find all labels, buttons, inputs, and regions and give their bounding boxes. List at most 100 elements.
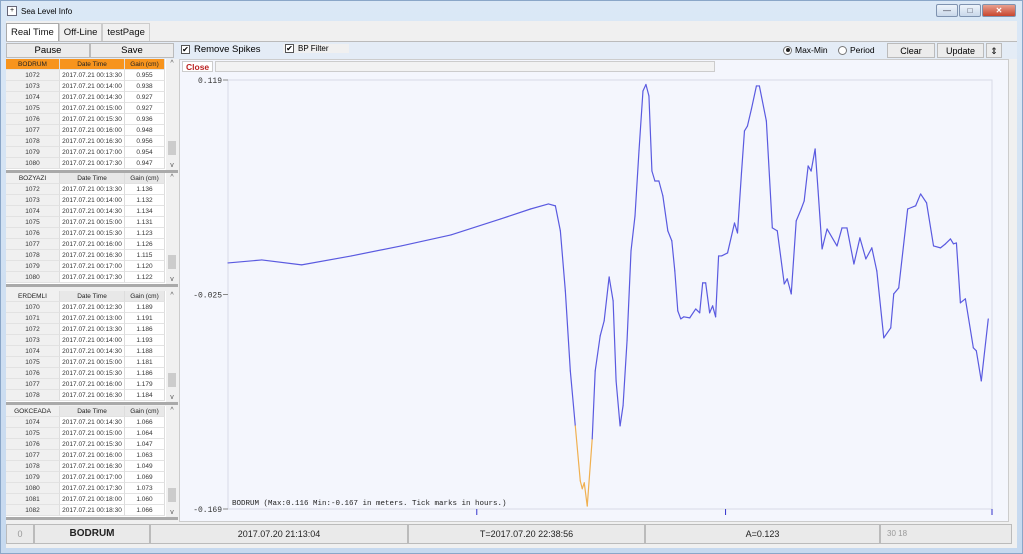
table-header: ERDEMLI Date Time Gain (cm) bbox=[6, 291, 178, 302]
table-cell: 2017.07.21 00:16:30 bbox=[60, 390, 125, 401]
update-button[interactable]: Update bbox=[937, 43, 984, 58]
table-row[interactable]: 1077 2017.07.21 00:16:00 1.063 bbox=[6, 450, 178, 461]
table-row[interactable]: 1073 2017.07.21 00:14:00 1.193 bbox=[6, 335, 178, 346]
column-header[interactable]: BODRUM bbox=[6, 59, 60, 70]
column-header[interactable]: BOZYAZI bbox=[6, 173, 60, 184]
bp-filter-checkbox[interactable]: ✔ BP Filter bbox=[283, 44, 349, 53]
scroll-up-icon[interactable]: ^ bbox=[166, 292, 178, 299]
scrollbar[interactable]: ^ v bbox=[166, 59, 178, 170]
table-row[interactable]: 1073 2017.07.21 00:14:00 0.938 bbox=[6, 81, 178, 92]
table-row[interactable]: 1073 2017.07.21 00:14:00 1.132 bbox=[6, 195, 178, 206]
table-row[interactable]: 1077 2017.07.21 00:16:00 0.948 bbox=[6, 125, 178, 136]
table-row[interactable]: 1079 2017.07.21 00:17:00 1.069 bbox=[6, 472, 178, 483]
scroll-down-icon[interactable]: v bbox=[166, 509, 178, 516]
scroll-down-icon[interactable]: v bbox=[166, 394, 178, 401]
scroll-thumb[interactable] bbox=[168, 141, 176, 155]
column-header[interactable]: Gain (cm) bbox=[125, 406, 165, 417]
table-row[interactable]: 1072 2017.07.21 00:13:30 0.955 bbox=[6, 70, 178, 81]
table-row[interactable]: 1075 2017.07.21 00:15:00 1.064 bbox=[6, 428, 178, 439]
table-row[interactable]: 1080 2017.07.21 00:17:30 1.073 bbox=[6, 483, 178, 494]
pause-button[interactable]: Pause bbox=[6, 43, 90, 58]
scroll-thumb[interactable] bbox=[168, 373, 176, 387]
scroll-down-icon[interactable]: v bbox=[166, 162, 178, 169]
scroll-down-icon[interactable]: v bbox=[166, 276, 178, 283]
table-row[interactable]: 1074 2017.07.21 00:14:30 1.188 bbox=[6, 346, 178, 357]
save-button[interactable]: Save bbox=[90, 43, 174, 58]
maximize-button[interactable]: □ bbox=[959, 4, 981, 17]
table-cell: 1080 bbox=[6, 158, 60, 169]
max-min-radio[interactable]: Max-Min bbox=[783, 45, 828, 55]
column-header[interactable]: Date Time bbox=[60, 291, 125, 302]
table-row[interactable]: 1077 2017.07.21 00:16:00 1.126 bbox=[6, 239, 178, 250]
period-radio[interactable]: Period bbox=[838, 45, 875, 55]
table-cell: 1079 bbox=[6, 472, 60, 483]
table-cell: 2017.07.21 00:14:00 bbox=[60, 81, 125, 92]
series-segment bbox=[814, 148, 819, 192]
table-row[interactable]: 1078 2017.07.21 00:16:30 0.956 bbox=[6, 136, 178, 147]
table-cell: 1076 bbox=[6, 439, 60, 450]
spinner-arrows-icon[interactable]: ⇕ bbox=[986, 43, 1002, 58]
table-row[interactable]: 1080 2017.07.21 00:17:30 0.947 bbox=[6, 158, 178, 169]
table-row[interactable]: 1081 2017.07.21 00:18:00 1.060 bbox=[6, 494, 178, 505]
table-row[interactable]: 1079 2017.07.21 00:17:00 1.120 bbox=[6, 261, 178, 272]
table-row[interactable]: 1072 2017.07.21 00:13:30 1.186 bbox=[6, 324, 178, 335]
table-row[interactable]: 1078 2017.07.21 00:16:30 1.184 bbox=[6, 390, 178, 401]
table-cell: 0.947 bbox=[125, 158, 165, 169]
table-row[interactable]: 1075 2017.07.21 00:15:00 0.927 bbox=[6, 103, 178, 114]
table-row[interactable]: 1082 2017.07.21 00:18:30 1.066 bbox=[6, 505, 178, 516]
column-header[interactable]: Gain (cm) bbox=[125, 291, 165, 302]
table-cell: 1076 bbox=[6, 368, 60, 379]
table-header: GOKCEADA Date Time Gain (cm) bbox=[6, 406, 178, 417]
table-cell: 2017.07.21 00:16:00 bbox=[60, 379, 125, 390]
column-header[interactable]: Date Time bbox=[60, 406, 125, 417]
table-row[interactable]: 1076 2017.07.21 00:15:30 1.186 bbox=[6, 368, 178, 379]
minimize-button[interactable]: — bbox=[936, 4, 958, 17]
table-row[interactable]: 1079 2017.07.21 00:17:00 0.954 bbox=[6, 147, 178, 158]
remove-spikes-checkbox[interactable]: ✔ Remove Spikes bbox=[181, 44, 261, 55]
tab-off-line[interactable]: Off-Line bbox=[58, 23, 103, 41]
close-chart-button[interactable]: Close bbox=[182, 61, 214, 72]
scroll-thumb[interactable] bbox=[168, 255, 176, 269]
scroll-up-icon[interactable]: ^ bbox=[166, 174, 178, 181]
series-segment bbox=[975, 350, 982, 382]
table-row[interactable]: 1078 2017.07.21 00:16:30 1.049 bbox=[6, 461, 178, 472]
column-header[interactable]: Date Time bbox=[60, 59, 125, 70]
scrollbar[interactable]: ^ v bbox=[166, 173, 178, 284]
column-header[interactable]: ERDEMLI bbox=[6, 291, 60, 302]
column-header[interactable]: Gain (cm) bbox=[125, 173, 165, 184]
table-cell: 1.186 bbox=[125, 368, 165, 379]
series-segment bbox=[803, 165, 809, 202]
table-row[interactable]: 1072 2017.07.21 00:13:30 1.136 bbox=[6, 184, 178, 195]
column-header[interactable]: Date Time bbox=[60, 173, 125, 184]
table-row[interactable]: 1074 2017.07.21 00:14:30 0.927 bbox=[6, 92, 178, 103]
close-window-button[interactable]: ✕ bbox=[982, 4, 1016, 17]
spike-segment bbox=[583, 482, 588, 507]
table-row[interactable]: 1076 2017.07.21 00:15:30 1.047 bbox=[6, 439, 178, 450]
table-row[interactable]: 1071 2017.07.21 00:13:00 1.191 bbox=[6, 313, 178, 324]
table-row[interactable]: 1078 2017.07.21 00:16:30 1.115 bbox=[6, 250, 178, 261]
checkbox-checked-icon: ✔ bbox=[285, 44, 294, 53]
table-row[interactable]: 1076 2017.07.21 00:15:30 0.936 bbox=[6, 114, 178, 125]
table-row[interactable]: 1070 2017.07.21 00:12:30 1.189 bbox=[6, 302, 178, 313]
scroll-up-icon[interactable]: ^ bbox=[166, 60, 178, 67]
table-row[interactable]: 1075 2017.07.21 00:15:00 1.131 bbox=[6, 217, 178, 228]
scroll-thumb[interactable] bbox=[168, 488, 176, 502]
scrollbar[interactable]: ^ v bbox=[166, 406, 178, 517]
tab-real-time[interactable]: Real Time bbox=[6, 23, 59, 41]
table-cell: 1.064 bbox=[125, 428, 165, 439]
table-row[interactable]: 1075 2017.07.21 00:15:00 1.181 bbox=[6, 357, 178, 368]
table-row[interactable]: 1076 2017.07.21 00:15:30 1.123 bbox=[6, 228, 178, 239]
table-row[interactable]: 1074 2017.07.21 00:14:30 1.134 bbox=[6, 206, 178, 217]
scrollbar[interactable]: ^ v bbox=[166, 291, 178, 402]
clear-button[interactable]: Clear bbox=[887, 43, 935, 58]
table-row[interactable]: 1074 2017.07.21 00:14:30 1.066 bbox=[6, 417, 178, 428]
table-cell: 1.186 bbox=[125, 324, 165, 335]
table-row[interactable]: 1077 2017.07.21 00:16:00 1.179 bbox=[6, 379, 178, 390]
series-segment bbox=[925, 202, 935, 247]
table-row[interactable]: 1080 2017.07.21 00:17:30 1.122 bbox=[6, 272, 178, 283]
column-header[interactable]: GOKCEADA bbox=[6, 406, 60, 417]
column-header[interactable]: Gain (cm) bbox=[125, 59, 165, 70]
table-cell: 1072 bbox=[6, 184, 60, 195]
scroll-up-icon[interactable]: ^ bbox=[166, 407, 178, 414]
tab-testpage[interactable]: testPage bbox=[102, 23, 150, 41]
